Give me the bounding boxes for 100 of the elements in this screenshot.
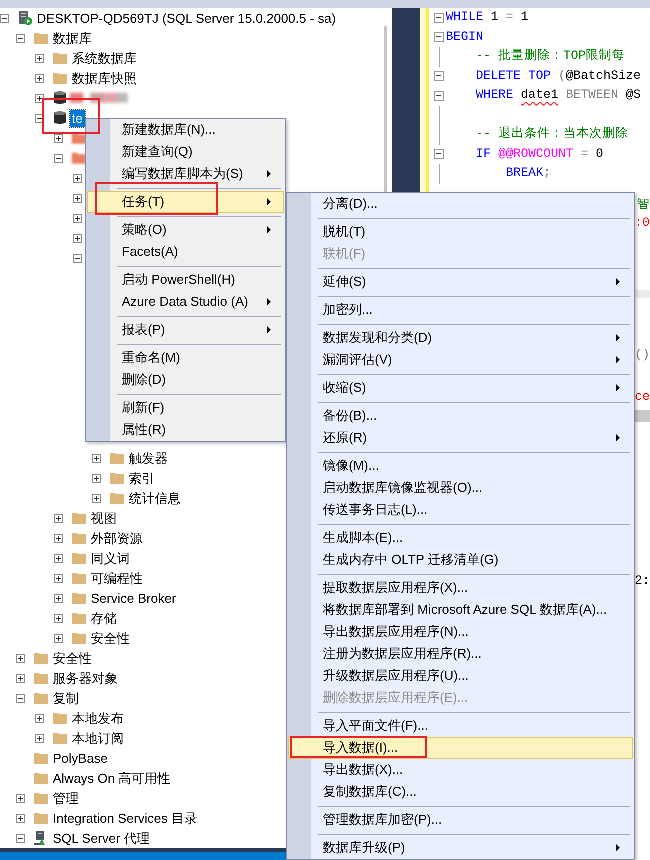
menu-item[interactable]: 备份(B)... bbox=[288, 405, 633, 427]
collapse-icon[interactable] bbox=[73, 254, 82, 262]
menu-item[interactable]: 提取数据层应用程序(X)... bbox=[288, 577, 633, 599]
collapse-icon[interactable] bbox=[16, 34, 25, 42]
collapse-icon[interactable] bbox=[35, 114, 44, 122]
collapse-icon[interactable] bbox=[434, 71, 444, 82]
menu-item[interactable]: 导入数据(I)... bbox=[288, 737, 633, 759]
expand-icon[interactable] bbox=[92, 474, 101, 482]
menu-item[interactable]: 升级数据层应用程序(U)... bbox=[288, 665, 633, 687]
expand-icon[interactable] bbox=[16, 674, 25, 682]
menu-item[interactable]: 属性(R) bbox=[87, 419, 284, 441]
menu-item[interactable]: 复制数据库(C)... bbox=[288, 781, 633, 803]
tree-item[interactable]: 安全性 bbox=[89, 630, 132, 646]
expand-icon[interactable] bbox=[54, 594, 63, 602]
menu-item[interactable]: 加密列... bbox=[288, 299, 633, 321]
menu-item[interactable]: 传送事务日志(L)... bbox=[288, 499, 633, 521]
tree-item[interactable]: 触发器 bbox=[127, 450, 170, 466]
expand-icon[interactable] bbox=[54, 554, 63, 562]
tree-item[interactable]: 视图 bbox=[89, 510, 119, 526]
collapse-icon[interactable] bbox=[434, 12, 444, 23]
expand-icon[interactable] bbox=[16, 814, 25, 822]
expand-icon[interactable] bbox=[73, 174, 82, 182]
expand-icon[interactable] bbox=[54, 614, 63, 622]
menu-item[interactable]: 镜像(M)... bbox=[288, 455, 633, 477]
collapse-icon[interactable] bbox=[54, 154, 63, 162]
expand-icon[interactable] bbox=[54, 634, 63, 642]
tree-item[interactable]: 本地发布 bbox=[70, 710, 126, 726]
tree-item[interactable]: 同义词 bbox=[89, 550, 132, 566]
tree-item[interactable]: DESKTOP-QD569TJ (SQL Server 15.0.2000.5 - sa) bbox=[35, 10, 338, 26]
menu-item[interactable]: 脱机(T) bbox=[288, 221, 633, 243]
tree-item[interactable]: 复制 bbox=[51, 690, 81, 706]
menu-item[interactable]: 任务(T) bbox=[87, 191, 284, 213]
tree-item[interactable]: 可编程性 bbox=[89, 570, 145, 586]
menu-item[interactable]: 报表(P) bbox=[87, 319, 284, 341]
menu-item[interactable]: 还原(R) bbox=[288, 427, 633, 449]
expand-icon[interactable] bbox=[73, 194, 82, 202]
tree-item[interactable]: te bbox=[70, 110, 85, 126]
expand-icon[interactable] bbox=[16, 794, 25, 802]
menu-item[interactable]: 数据库升级(P) bbox=[288, 837, 633, 859]
tree-item[interactable]: 数据库 bbox=[51, 30, 94, 46]
expand-icon[interactable] bbox=[92, 454, 101, 462]
expand-icon[interactable] bbox=[54, 134, 63, 142]
menu-item[interactable]: 生成脚本(E)... bbox=[288, 527, 633, 549]
tree-item[interactable]: 外部资源 bbox=[89, 530, 145, 546]
menu-item[interactable]: 导入平面文件(F)... bbox=[288, 715, 633, 737]
menu-item[interactable]: 注册为数据层应用程序(R)... bbox=[288, 643, 633, 665]
tree-item[interactable]: Integration Services 目录 bbox=[51, 810, 200, 826]
tree-item[interactable]: Service Broker bbox=[89, 590, 178, 606]
collapse-icon[interactable] bbox=[0, 14, 9, 22]
tree-item[interactable]: 本地订阅 bbox=[70, 730, 126, 746]
expand-icon[interactable] bbox=[35, 734, 44, 742]
menu-item[interactable]: 新建查询(Q) bbox=[87, 141, 284, 163]
menu-item[interactable]: 管理数据库加密(P)... bbox=[288, 809, 633, 831]
menu-item[interactable]: 漏洞评估(V) bbox=[288, 349, 633, 371]
menu-item[interactable]: 重命名(M) bbox=[87, 347, 284, 369]
expand-icon[interactable] bbox=[73, 214, 82, 222]
tree-item[interactable]: 数据库快照 bbox=[70, 70, 139, 86]
menu-item[interactable]: Azure Data Studio (A) bbox=[87, 291, 284, 313]
expand-icon[interactable] bbox=[35, 94, 44, 102]
tree-item[interactable]: 系统数据库 bbox=[70, 50, 139, 66]
menu-item[interactable]: 刷新(F) bbox=[87, 397, 284, 419]
tree-item[interactable]: 安全性 bbox=[51, 650, 94, 666]
menu-item[interactable]: 导出数据(X)... bbox=[288, 759, 633, 781]
tree-item[interactable]: SQL Server 代理 bbox=[51, 830, 152, 846]
menu-item[interactable]: 编写数据库脚本为(S) bbox=[87, 163, 284, 185]
expand-icon[interactable] bbox=[54, 514, 63, 522]
tree-item[interactable]: 管理 bbox=[51, 790, 81, 806]
menu-item[interactable]: 将数据库部署到 Microsoft Azure SQL 数据库(A)... bbox=[288, 599, 633, 621]
menu-item[interactable]: 启动数据库镜像监视器(O)... bbox=[288, 477, 633, 499]
tree-item[interactable]: 索引 bbox=[127, 470, 157, 486]
menu-item[interactable]: 导出数据层应用程序(N)... bbox=[288, 621, 633, 643]
collapse-icon[interactable] bbox=[434, 149, 444, 160]
tree-item[interactable]: Always On 高可用性 bbox=[51, 770, 173, 786]
expand-icon[interactable] bbox=[35, 54, 44, 62]
collapse-icon[interactable] bbox=[434, 90, 444, 101]
menu-item[interactable]: 生成内存中 OLTP 迁移清单(G) bbox=[288, 549, 633, 571]
expand-icon[interactable] bbox=[35, 74, 44, 82]
expand-icon[interactable] bbox=[92, 494, 101, 502]
tree-item[interactable]: 统计信息 bbox=[127, 490, 183, 506]
tree-item[interactable]: 服务器对象 bbox=[51, 670, 120, 686]
menu-item[interactable]: 数据发现和分类(D) bbox=[288, 327, 633, 349]
tree-item[interactable]: 存储 bbox=[89, 610, 119, 626]
collapse-icon[interactable] bbox=[434, 32, 444, 42]
menu-item[interactable]: 删除(D) bbox=[87, 369, 284, 391]
collapse-icon[interactable] bbox=[16, 694, 25, 702]
menu-item[interactable]: 新建数据库(N)... bbox=[87, 119, 284, 141]
folder-icon bbox=[109, 450, 125, 466]
menu-item[interactable]: 收缩(S) bbox=[288, 377, 633, 399]
expand-icon[interactable] bbox=[54, 534, 63, 542]
expand-icon[interactable] bbox=[54, 574, 63, 582]
collapse-icon[interactable] bbox=[16, 834, 25, 842]
menu-item[interactable]: 策略(O) bbox=[87, 219, 284, 241]
expand-icon[interactable] bbox=[73, 234, 82, 242]
expand-icon[interactable] bbox=[35, 714, 44, 722]
menu-item[interactable]: Facets(A) bbox=[87, 241, 284, 263]
expand-icon[interactable] bbox=[16, 654, 25, 662]
menu-item[interactable]: 延伸(S) bbox=[288, 271, 633, 293]
tree-item[interactable]: PolyBase bbox=[51, 750, 110, 766]
menu-item[interactable]: 启动 PowerShell(H) bbox=[87, 269, 284, 291]
menu-item[interactable]: 分离(D)... bbox=[288, 193, 633, 215]
